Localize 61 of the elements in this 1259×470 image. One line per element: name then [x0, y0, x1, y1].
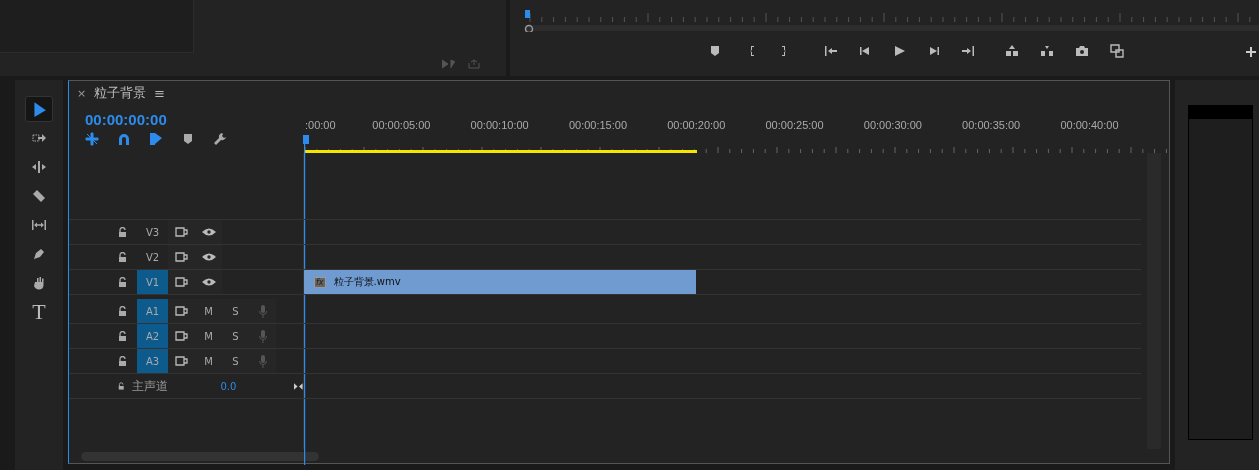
- eye-icon[interactable]: [201, 228, 216, 236]
- tool-button[interactable]: [25, 96, 53, 122]
- play-icon[interactable]: [892, 43, 906, 58]
- video-clip[interactable]: fx 粒子背景.wmv: [304, 270, 696, 294]
- sync-lock-icon[interactable]: [175, 252, 188, 262]
- add-icon[interactable]: [1246, 47, 1256, 57]
- lock-icon[interactable]: [118, 306, 127, 316]
- sync-lock-icon[interactable]: [175, 227, 188, 237]
- hand-icon[interactable]: [32, 276, 46, 290]
- sequence-tab[interactable]: 粒子背景: [94, 84, 147, 102]
- lock-icon[interactable]: [118, 331, 127, 341]
- lock-icon[interactable]: [118, 227, 127, 237]
- nest-icon[interactable]: [85, 132, 99, 146]
- arrow-pointer-icon[interactable]: [31, 100, 47, 118]
- type-tool[interactable]: T: [25, 299, 53, 325]
- ruler-label: 00:00:15:00: [568, 119, 627, 131]
- pen-icon[interactable]: [32, 247, 46, 261]
- track-target[interactable]: V2: [137, 245, 168, 269]
- go-to-out-icon[interactable]: [961, 43, 975, 58]
- wrench-icon[interactable]: [213, 132, 227, 146]
- ruler-label: 00:00:05:00: [372, 119, 431, 131]
- extract-icon[interactable]: [1040, 43, 1054, 58]
- track-name: 主声道: [132, 377, 169, 395]
- track-target[interactable]: V3: [137, 220, 168, 244]
- sync-lock-icon[interactable]: [175, 331, 188, 341]
- lock-icon[interactable]: [118, 277, 127, 287]
- track-select-icon[interactable]: [32, 131, 46, 145]
- sync-lock-icon[interactable]: [175, 277, 188, 287]
- slip-icon[interactable]: [32, 218, 46, 232]
- close-button[interactable]: ×: [77, 86, 87, 100]
- film-frames-icon[interactable]: [1110, 43, 1124, 58]
- lift-icon[interactable]: [1005, 43, 1019, 58]
- ripple-edit-icon[interactable]: [32, 160, 46, 174]
- ruler-label: :00:00: [305, 119, 336, 131]
- marker-icon[interactable]: [181, 132, 195, 146]
- linked-selection-icon[interactable]: [149, 132, 163, 146]
- timecode[interactable]: 00:00:00:00: [85, 111, 303, 128]
- eye-icon[interactable]: [201, 253, 216, 261]
- panel-menu-button[interactable]: ≡: [154, 85, 166, 101]
- lock-icon[interactable]: [118, 381, 125, 391]
- razor-icon[interactable]: [32, 189, 46, 203]
- ruler-label: 00:00:25:00: [765, 119, 824, 131]
- clip-name: 粒子背景.wmv: [333, 275, 401, 289]
- ruler-label: 00:00:40:00: [1060, 119, 1119, 131]
- ruler-label: 00:00:20:00: [667, 119, 726, 131]
- fx-badge: fx: [314, 276, 326, 288]
- lock-icon[interactable]: [118, 356, 127, 366]
- sync-lock-icon[interactable]: [175, 306, 188, 316]
- marker-icon[interactable]: [708, 43, 722, 58]
- camera-icon[interactable]: [1075, 43, 1089, 58]
- ruler-label: 00:00:10:00: [470, 119, 529, 131]
- horizontal-scrollbar[interactable]: [81, 451, 319, 461]
- sync-lock-icon[interactable]: [175, 356, 188, 366]
- volume-value[interactable]: 0.0: [220, 380, 237, 392]
- ruler-label: 00:00:35:00: [962, 119, 1021, 131]
- lock-icon[interactable]: [118, 252, 127, 262]
- ruler-label: 00:00:30:00: [863, 119, 922, 131]
- magnet-icon[interactable]: [117, 132, 131, 146]
- eye-icon[interactable]: [201, 278, 216, 286]
- go-to-in-icon[interactable]: [824, 43, 838, 58]
- vertical-scrollbar[interactable]: [1147, 153, 1161, 449]
